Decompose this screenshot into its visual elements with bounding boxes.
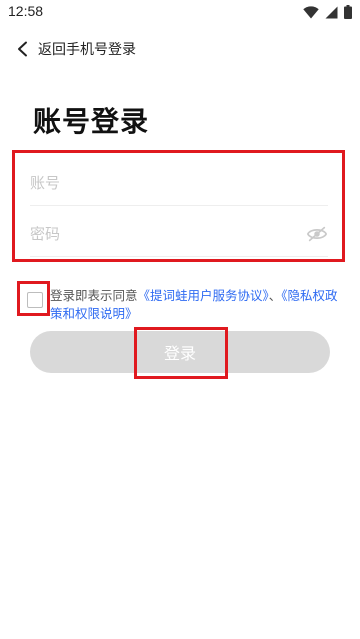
- agreement-checkbox[interactable]: [27, 292, 43, 308]
- password-input[interactable]: [30, 224, 328, 243]
- account-input[interactable]: [30, 173, 328, 192]
- cellular-signal-icon: [325, 6, 338, 18]
- wifi-icon: [303, 5, 319, 18]
- status-time: 12:58: [8, 3, 44, 19]
- chevron-left-icon: [18, 41, 27, 57]
- agreement-text: 登录即表示同意《提词蛙用户服务协议》、《隐私权政策和权限说明》: [50, 287, 340, 323]
- password-field: [30, 211, 328, 257]
- battery-icon: [344, 5, 352, 19]
- back-button[interactable]: 返回手机号登录: [14, 36, 136, 62]
- status-bar: 12:58: [0, 0, 360, 24]
- agreement-separator: 、: [268, 288, 282, 303]
- page-title: 账号登录: [33, 105, 150, 138]
- account-field: [30, 160, 328, 206]
- status-icons: [303, 5, 352, 19]
- back-label: 返回手机号登录: [38, 42, 136, 58]
- eye-off-icon[interactable]: [306, 223, 328, 245]
- user-agreement-link[interactable]: 《提词蛙用户服务协议》: [138, 288, 269, 303]
- login-button[interactable]: 登录: [30, 331, 330, 373]
- agreement-prefix: 登录即表示同意: [50, 288, 138, 303]
